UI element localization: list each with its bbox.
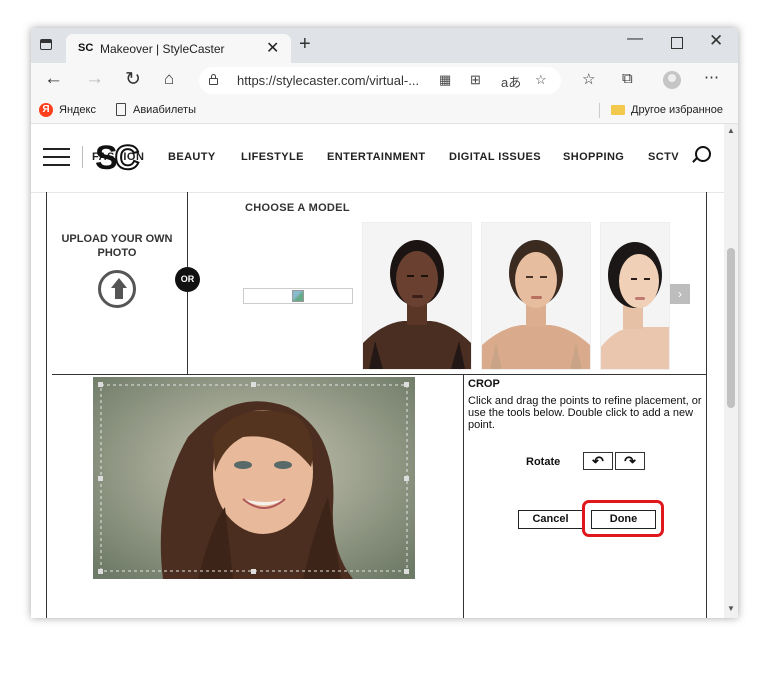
url-text[interactable]: https://stylecaster.com/virtual-... bbox=[237, 73, 419, 88]
model-thumbnail[interactable] bbox=[481, 222, 591, 370]
browser-window: SC Makeover | StyleCaster ✕ + — ✕ ← → ↻ … bbox=[31, 28, 738, 618]
refresh-icon[interactable]: ↻ bbox=[125, 68, 141, 91]
broken-image-icon bbox=[243, 288, 353, 304]
collections-icon[interactable]: ⧉ bbox=[622, 70, 633, 87]
window-close-icon[interactable]: ✕ bbox=[709, 31, 723, 51]
upload-arrow-icon[interactable] bbox=[98, 270, 136, 308]
bookmark-yandex[interactable]: Яндекс bbox=[59, 104, 96, 116]
upload-photo-label[interactable]: UPLOAD YOUR OWN PHOTO bbox=[47, 232, 187, 260]
scroll-thumb[interactable] bbox=[727, 248, 735, 408]
yandex-icon[interactable]: Я bbox=[39, 103, 53, 117]
menu-icon[interactable] bbox=[43, 148, 70, 166]
add-favorite-icon[interactable]: ☆ bbox=[535, 72, 547, 88]
tab-active[interactable]: SC Makeover | StyleCaster ✕ bbox=[66, 34, 291, 63]
crop-photo-area[interactable] bbox=[93, 377, 415, 579]
profile-avatar[interactable] bbox=[663, 71, 681, 89]
maximize-icon[interactable] bbox=[671, 37, 683, 49]
search-icon[interactable] bbox=[695, 146, 711, 162]
crop-title: CROP bbox=[468, 378, 500, 390]
forward-icon[interactable]: → bbox=[85, 68, 104, 90]
web-page: FASHION SC BEAUTY LIFESTYLE ENTERTAINMEN… bbox=[31, 124, 724, 618]
done-button[interactable]: Done bbox=[591, 510, 656, 529]
scroll-up-icon[interactable]: ▲ bbox=[727, 126, 735, 135]
nav-sctv[interactable]: SCTV bbox=[648, 151, 679, 163]
rotate-left-icon[interactable]: ↶ bbox=[583, 452, 613, 470]
bookmarks-bar: Я Яндекс Авиабилеты Другое избранное bbox=[31, 98, 738, 124]
qr-code-icon[interactable]: ▦ bbox=[439, 72, 451, 88]
app-available-icon[interactable]: ⊞ bbox=[470, 72, 481, 88]
read-aloud-icon[interactable]: aあ bbox=[501, 72, 521, 91]
browser-toolbar: ← → ↻ ⌂ https://stylecaster.com/virtual-… bbox=[31, 63, 738, 98]
scrollbar[interactable]: ▲ ▼ bbox=[724, 124, 738, 618]
tab-bar: SC Makeover | StyleCaster ✕ + — ✕ bbox=[31, 28, 738, 63]
model-thumbnail[interactable] bbox=[362, 222, 472, 370]
crop-instructions: Click and drag the points to refine plac… bbox=[468, 395, 702, 431]
folder-icon[interactable] bbox=[611, 105, 625, 115]
minimize-icon[interactable]: — bbox=[627, 30, 643, 48]
next-model-arrow-icon[interactable]: › bbox=[670, 284, 690, 304]
lock-icon[interactable] bbox=[209, 74, 218, 85]
more-options-icon[interactable]: ⋯ bbox=[704, 68, 719, 86]
cancel-button[interactable]: Cancel bbox=[518, 510, 583, 529]
nav-entertainment[interactable]: ENTERTAINMENT bbox=[327, 151, 426, 163]
stylecaster-favicon-icon: SC bbox=[78, 42, 94, 54]
back-icon[interactable]: ← bbox=[44, 68, 63, 90]
bookmark-aviabilety[interactable]: Авиабилеты bbox=[133, 104, 196, 116]
nav-digital-issues[interactable]: DIGITAL ISSUES bbox=[449, 151, 541, 163]
stylecaster-logo[interactable]: SC bbox=[95, 138, 140, 178]
home-icon[interactable]: ⌂ bbox=[164, 69, 174, 89]
choose-model-label: CHOOSE A MODEL bbox=[245, 202, 350, 214]
tab-title: Makeover | StyleCaster bbox=[100, 42, 225, 56]
bookmark-divider bbox=[599, 103, 600, 118]
divider bbox=[52, 374, 706, 375]
site-header: FASHION SC BEAUTY LIFESTYLE ENTERTAINMEN… bbox=[31, 124, 724, 193]
rotate-right-icon[interactable]: ↷ bbox=[615, 452, 645, 470]
scroll-down-icon[interactable]: ▼ bbox=[727, 604, 735, 613]
new-tab-icon[interactable]: + bbox=[299, 33, 311, 56]
rotate-label: Rotate bbox=[526, 456, 561, 468]
logo-divider bbox=[82, 146, 83, 168]
model-thumbnail[interactable] bbox=[600, 222, 670, 370]
nav-lifestyle[interactable]: LIFESTYLE bbox=[241, 151, 304, 163]
document-icon[interactable] bbox=[116, 103, 126, 116]
makeover-panel: UPLOAD YOUR OWN PHOTO OR CHOOSE A MODEL bbox=[46, 192, 707, 618]
other-favorites-folder[interactable]: Другое избранное bbox=[631, 104, 723, 116]
address-bar[interactable]: https://stylecaster.com/virtual-... ▦ ⊞ … bbox=[199, 67, 561, 94]
nav-shopping[interactable]: SHOPPING bbox=[563, 151, 624, 163]
or-badge: OR bbox=[175, 267, 200, 292]
nav-beauty[interactable]: BEAUTY bbox=[168, 151, 216, 163]
tab-actions-icon[interactable] bbox=[40, 39, 52, 50]
close-tab-icon[interactable]: ✕ bbox=[266, 38, 279, 58]
divider bbox=[463, 374, 464, 618]
favorites-icon[interactable]: ☆ bbox=[582, 70, 595, 88]
